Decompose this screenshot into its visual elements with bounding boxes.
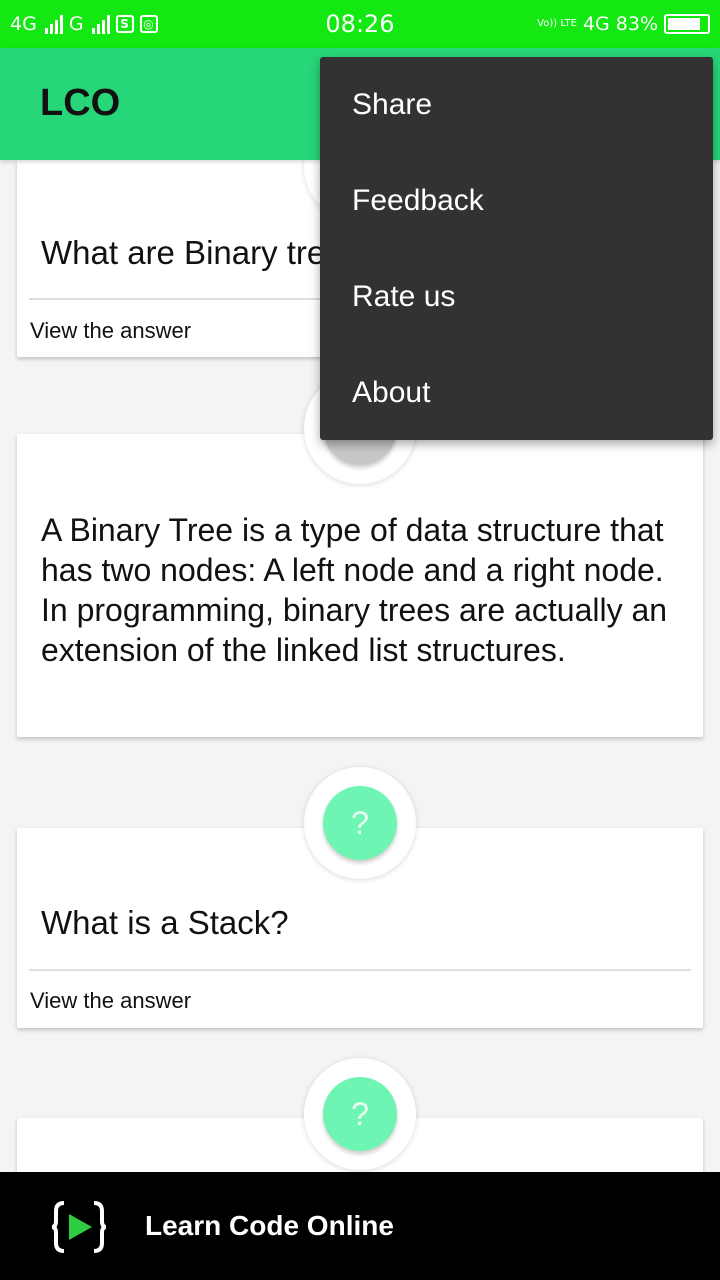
lco-logo-icon bbox=[52, 1201, 106, 1253]
app-title: LCO bbox=[40, 82, 121, 124]
network-4g-right-label: 4G bbox=[582, 13, 610, 35]
menu-item-feedback[interactable]: Feedback bbox=[320, 153, 713, 249]
menu-item-rate-us[interactable]: Rate us bbox=[320, 249, 713, 345]
status-bar: 4G G S ◎ 08:26 Vo)) LTE 4G 83% bbox=[0, 0, 720, 48]
question-mark-icon: ? bbox=[323, 1077, 397, 1151]
question-text: What is a Stack? bbox=[41, 904, 289, 941]
volte-label: Vo)) LTE bbox=[537, 18, 577, 29]
question-text: What are Binary tre bbox=[41, 234, 326, 271]
menu-item-about[interactable]: About bbox=[320, 345, 713, 441]
card-divider bbox=[29, 969, 691, 971]
banner-text: Learn Code Online bbox=[145, 1210, 394, 1241]
ad-banner[interactable]: Learn Code Online bbox=[0, 1172, 720, 1280]
question-badge: ? bbox=[304, 767, 416, 879]
battery-icon bbox=[664, 14, 710, 34]
battery-percent: 83% bbox=[615, 13, 658, 35]
status-right: Vo)) LTE 4G 83% bbox=[537, 10, 710, 38]
answer-text: A Binary Tree is a type of data structur… bbox=[41, 512, 668, 668]
overflow-menu: Share Feedback Rate us About bbox=[320, 57, 713, 440]
view-answer-link[interactable]: View the answer bbox=[30, 318, 191, 344]
question-mark-icon: ? bbox=[323, 786, 397, 860]
menu-item-share[interactable]: Share bbox=[320, 57, 713, 153]
question-badge: ? bbox=[304, 1058, 416, 1170]
view-answer-link[interactable]: View the answer bbox=[30, 988, 191, 1014]
